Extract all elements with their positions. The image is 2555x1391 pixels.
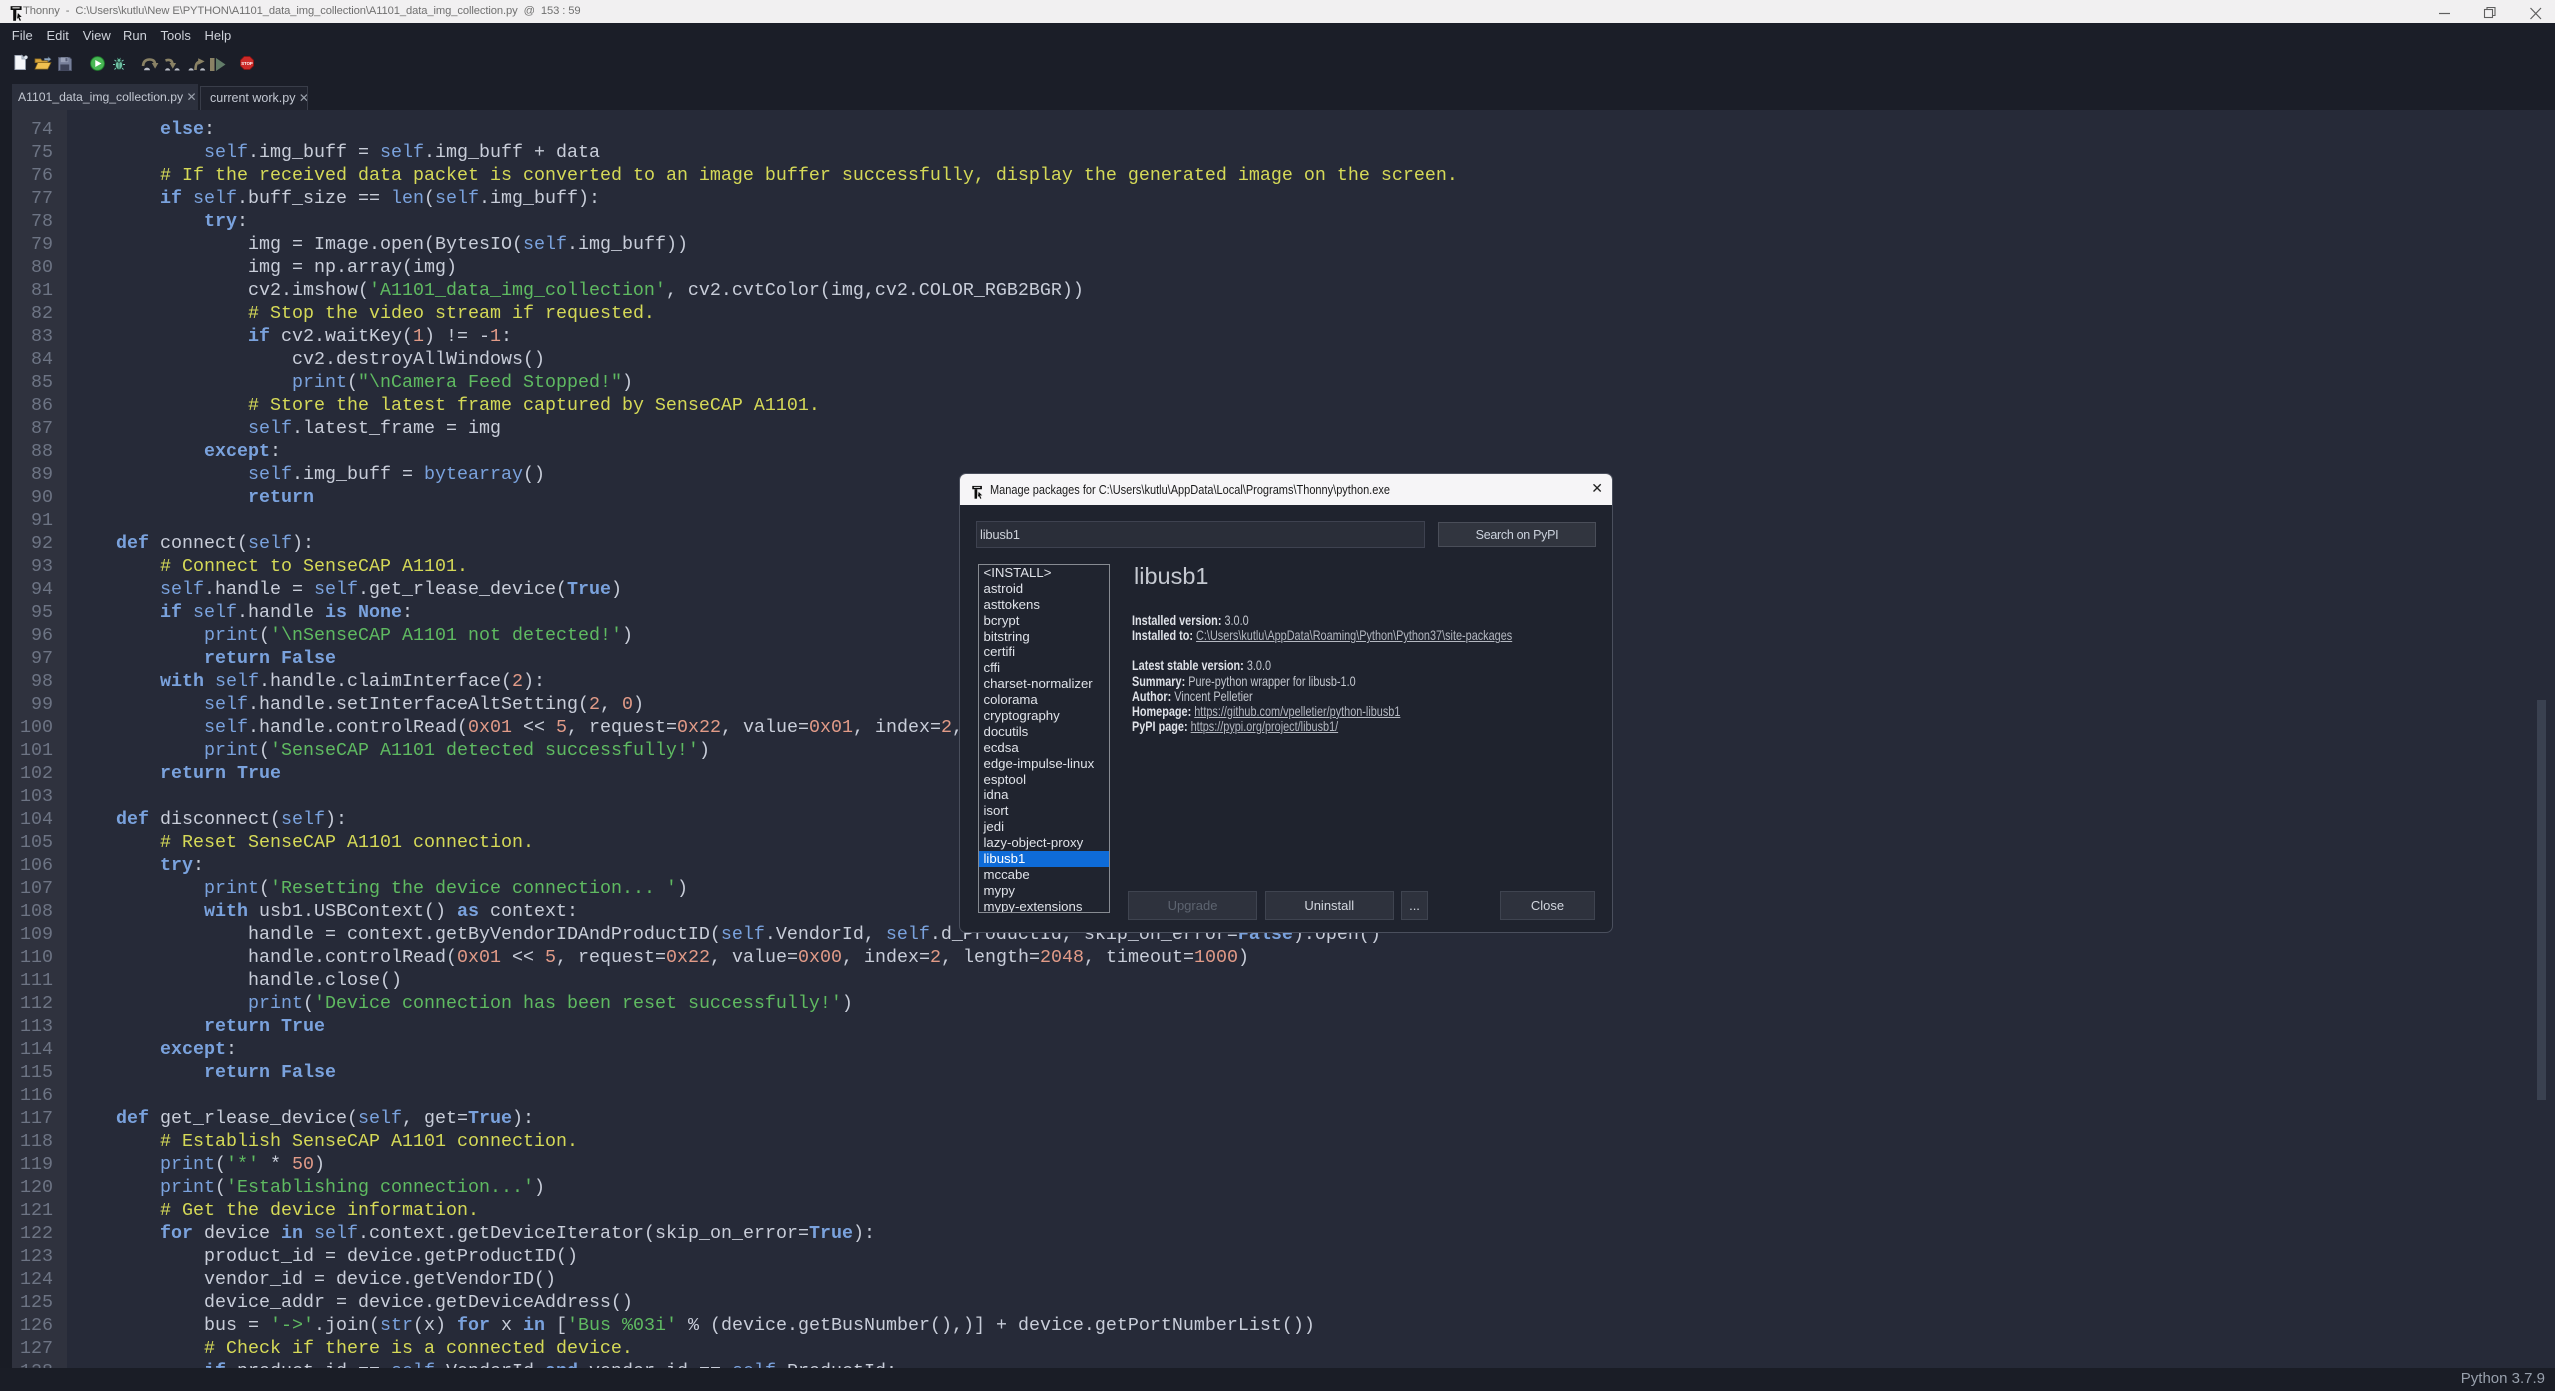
svg-text:STOP: STOP <box>241 61 253 66</box>
